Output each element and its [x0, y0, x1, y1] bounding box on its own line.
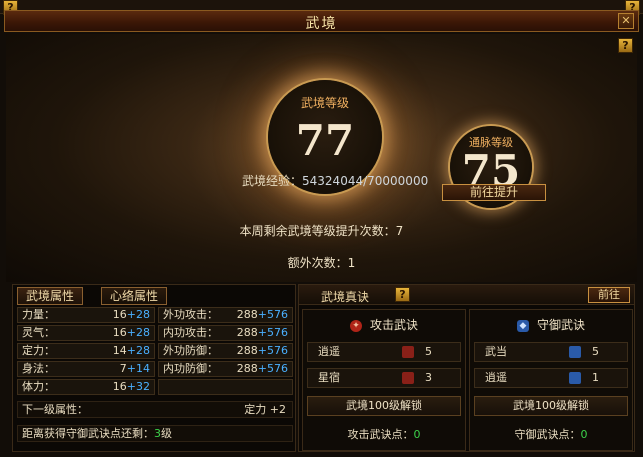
stat-label: 力量： [22, 308, 55, 321]
attack-art-icon [402, 372, 414, 384]
stat-label: 内功攻击： [163, 326, 218, 339]
art-count: 5 [425, 345, 432, 358]
stat-row-spirit: 灵气： 16+28 [17, 325, 155, 341]
stat-row-outer-defense: 外功防御： 288+576 [158, 343, 293, 359]
realm-exp-value: 54324044/70000000 [302, 174, 429, 188]
stat-value: 16+28 [112, 308, 150, 321]
close-button[interactable]: ✕ [618, 13, 634, 29]
extra-upgrades-text: 额外次数：1 [287, 256, 356, 270]
realm-level-value: 77 [295, 116, 355, 165]
stat-value: 16+28 [112, 326, 150, 339]
window-title: 武境 [305, 16, 338, 32]
true-art-title: 武境真诀 [321, 290, 370, 304]
stat-value: 7+14 [119, 362, 150, 375]
stat-label: 身法： [22, 362, 55, 375]
help-icon-hero[interactable]: ? [618, 38, 633, 53]
stat-row-vitality: 体力： 16+32 [17, 379, 155, 395]
stat-row-focus: 定力： 14+28 [17, 343, 155, 359]
close-icon: ✕ [621, 14, 631, 27]
art-count: 5 [592, 345, 599, 358]
attack-art-icon [402, 346, 414, 358]
stat-label: 外功防御： [163, 344, 218, 357]
attack-art-header: ✦ 攻击武诀 [303, 316, 465, 333]
help-icon-true-art[interactable]: ? [395, 287, 410, 302]
true-art-header: 武境真诀 ? 前往 [299, 285, 634, 305]
defense-point-distance: 距离获得守御武诀点还剩：3级 [17, 425, 293, 442]
realm-exp-label: 武境经验： [242, 174, 303, 188]
realm-level-label: 武境等级 [300, 96, 349, 110]
stat-value: 14+28 [112, 344, 150, 357]
next-level-value: 定力 +2 [244, 403, 286, 416]
attack-art-icon: ✦ [349, 319, 362, 332]
window-titlebar: 武境 ✕ [4, 10, 639, 32]
shield-icon [569, 346, 581, 358]
defense-art-column: ◆ 守御武诀 武当 5 逍遥 1 武境100级解锁 守御武诀点：0 [469, 309, 633, 451]
stat-label: 外功攻击： [163, 308, 218, 321]
stat-label: 灵气： [22, 326, 55, 339]
attributes-panel: 武境属性 心络属性 力量： 16+28 灵气： 16+28 定力： 14+28 … [12, 284, 296, 452]
stat-value: 288+576 [236, 344, 288, 357]
stat-value: 16+32 [112, 380, 150, 393]
art-count: 3 [425, 371, 432, 384]
stat-row-inner-defense: 内功防御： 288+576 [158, 361, 293, 377]
true-art-panel: 武境真诀 ? 前往 ✦ 攻击武诀 逍遥 5 星宿 3 武境100级解锁 攻击武诀点… [298, 284, 635, 452]
next-level-label: 下一级属性： [22, 403, 88, 416]
stat-row-outer-attack: 外功攻击： 288+576 [158, 307, 293, 323]
art-name: 星宿 [318, 371, 340, 384]
realm-hero-panel: ? 武境等级 77 通脉等级 75 武境经验：54324044/70000000… [6, 34, 637, 282]
stat-label: 内功防御： [163, 362, 218, 375]
attack-art-row[interactable]: 逍遥 5 [307, 342, 461, 362]
defense-art-row[interactable]: 武当 5 [474, 342, 628, 362]
weekly-upgrades-text: 本周剩余武境等级提升次数：7 [239, 224, 404, 238]
goto-button[interactable]: 前往 [588, 287, 630, 303]
defense-art-header: ◆ 守御武诀 [470, 316, 632, 333]
attack-art-points: 攻击武诀点：0 [347, 428, 421, 441]
stat-row-empty [158, 379, 293, 395]
next-level-attributes: 下一级属性： 定力 +2 [17, 401, 293, 418]
art-count: 1 [592, 371, 599, 384]
distance-text: 距离获得守御武诀点还剩：3级 [22, 427, 172, 440]
stat-label: 体力： [22, 380, 55, 393]
art-name: 武当 [485, 345, 507, 358]
defense-unlock-slot: 武境100级解锁 [474, 396, 628, 416]
realm-exp: 武境经验：54324044/70000000 [242, 172, 428, 189]
attack-unlock-slot: 武境100级解锁 [307, 396, 461, 416]
goto-upgrade-button[interactable]: 前往提升 [442, 184, 546, 201]
stat-row-agility: 身法： 7+14 [17, 361, 155, 377]
art-name: 逍遥 [485, 371, 507, 384]
tab-meridian-attributes[interactable]: 心络属性 [101, 287, 168, 305]
stat-value: 288+576 [236, 308, 288, 321]
art-name: 逍遥 [318, 345, 340, 358]
shield-icon: ◆ [516, 319, 529, 332]
stat-label: 定力： [22, 344, 55, 357]
attack-art-column: ✦ 攻击武诀 逍遥 5 星宿 3 武境100级解锁 攻击武诀点：0 [302, 309, 466, 451]
tab-realm-attributes[interactable]: 武境属性 [17, 287, 84, 305]
defense-art-points: 守御武诀点：0 [514, 428, 588, 441]
stat-row-inner-attack: 内功攻击： 288+576 [158, 325, 293, 341]
defense-art-row[interactable]: 逍遥 1 [474, 368, 628, 388]
stat-value: 288+576 [236, 326, 288, 339]
stat-row-strength: 力量： 16+28 [17, 307, 155, 323]
attack-art-row[interactable]: 星宿 3 [307, 368, 461, 388]
stat-value: 288+576 [236, 362, 288, 375]
shield-icon [569, 372, 581, 384]
